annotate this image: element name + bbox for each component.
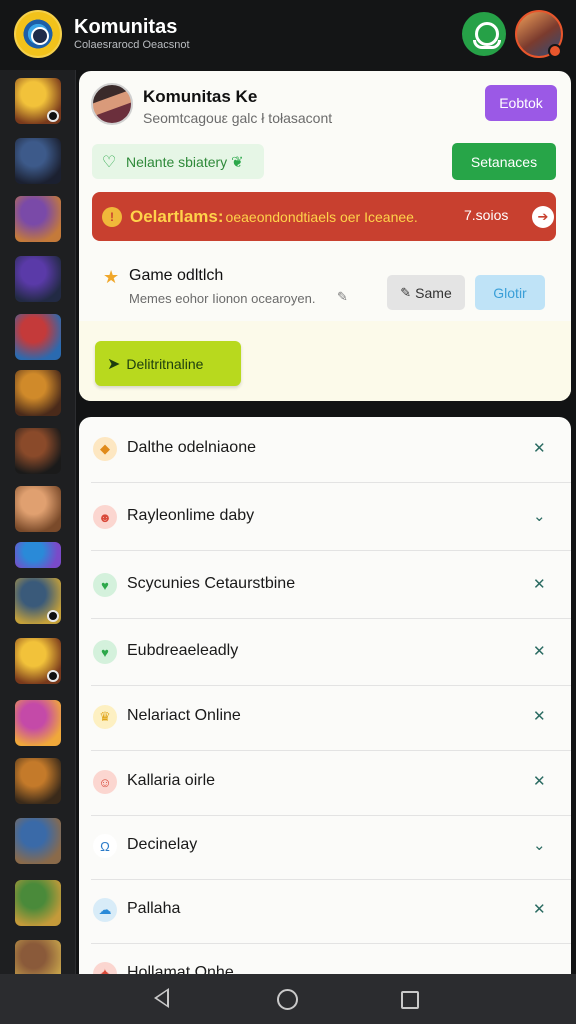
community-subtitle: Seomtcagouε ɡalc ł tołasacont [143,110,333,126]
settings-button[interactable]: Setanaces [452,143,556,180]
list-item-label: Decinelay [127,836,198,853]
community-card: Komunitas Ke Seomtcagouε ɡalc ł tołasaco… [79,71,571,401]
divider [91,482,571,483]
game-tile-golden-helmet-hero-2[interactable] [15,638,61,684]
close-icon[interactable]: ✕ [533,772,546,790]
community-title: Komunitas Ke [143,87,258,106]
close-icon[interactable]: ✕ [533,900,546,918]
leaf-icon: ❦ [231,153,244,171]
game-tile-steel-mech[interactable] [15,578,61,624]
same-button-label: Same [415,284,452,301]
system-nav-bar [0,974,576,1024]
primary-action-button[interactable]: ➤ Delitritnaline [95,341,241,386]
notification-dot-icon [548,44,562,58]
community-list: ◆ Dalthe odelniaone ✕ ☻ Rayleonlime daby ⌄ ♥ Sc… [79,417,571,974]
flame-icon: ✦ [93,962,117,974]
shield-icon: ◆ [93,437,117,461]
top-app-bar: Komunitas Colaesrarocd Oeacsnot [0,0,576,70]
divider [91,550,571,551]
back-icon[interactable] [154,988,169,1008]
online-badge-icon [47,610,59,622]
game-description: Memes eohor Iionon ocearoyen. [129,291,316,306]
chevron-right-icon[interactable]: ➔ [532,206,554,228]
glotir-button[interactable]: Glotir [475,275,545,310]
status-label: Nelante sbiatery [126,153,228,170]
list-item[interactable]: ☻ Rayleonlime daby ⌄ [79,485,571,551]
game-tile-pink-heroine[interactable] [15,700,61,746]
heart-check-icon: ♥ [93,640,117,664]
game-tile-armored-soldier[interactable] [15,818,61,864]
recent-apps-icon[interactable] [401,991,419,1009]
online-badge-icon [47,670,59,682]
list-item[interactable]: ☁ Pallaha ✕ [79,878,571,944]
same-button[interactable]: ✎ Same [387,275,465,310]
list-item-label: Nelariact Online [127,707,241,724]
star-icon: ★ [103,267,120,287]
app-logo-icon[interactable] [14,10,62,58]
game-tile-blue-mech[interactable] [15,138,61,184]
cloud-icon: ☁ [93,898,117,922]
alert-count: 7.soios [464,207,509,223]
list-item[interactable]: ♥ Scycunies Cetaurstbine ✕ [79,553,571,619]
primary-action-label: Delitritnaline [126,355,204,372]
heart-icon: ♡ [101,153,117,171]
app-subtitle: Colaesrarocd Oeacsnot [74,39,190,51]
profile-action-button[interactable] [462,12,506,56]
game-tile-copper-rifle[interactable] [15,758,61,804]
game-title: Game odltlch [129,267,224,284]
home-icon[interactable] [277,989,298,1010]
list-item-label: Hollamat Onhe [127,964,234,974]
game-tile-crossed-blades[interactable] [15,370,61,416]
list-item[interactable]: ✦ Hollamat Onhe ⌄ [79,942,571,974]
list-item-label: Pallaha [127,900,181,917]
close-icon[interactable]: ✕ [533,439,546,457]
list-item[interactable]: ♛ Nelariact Online ✕ [79,685,571,751]
game-tile-red-knight[interactable] [15,314,61,360]
game-tile-brawler[interactable] [15,486,61,532]
list-item-label: Rayleonlime daby [127,507,255,524]
game-tile-dark-rifle[interactable] [15,428,61,474]
game-tile-green-ranger[interactable] [15,880,61,926]
list-item[interactable]: ☺ Kallaria oirle ✕ [79,750,571,816]
app-title: Komunitas [74,16,178,38]
arrow-icon: ➤ [107,355,121,373]
heart-check-icon: ♥ [93,573,117,597]
edit-button[interactable]: Eobtok [485,85,557,121]
close-icon[interactable]: ✕ [533,575,546,593]
game-tile-violet-gunner[interactable] [15,256,61,302]
close-icon[interactable]: ✕ [533,642,546,660]
face-icon: ☻ [93,505,117,529]
alert-text: oeaeondondtiaels oer Iceanee. [225,208,418,225]
community-avatar[interactable] [91,83,133,125]
warning-icon: ! [102,206,122,227]
online-badge-icon [47,110,59,122]
game-tile-purple-warrior[interactable] [15,196,61,242]
list-item[interactable]: Ω Decinelay ⌄ [79,814,571,880]
chevron-down-icon[interactable]: ⌄ [533,507,546,525]
sparkle-icon: ✎ [337,289,348,304]
list-item-label: Eubdreaeleadly [127,642,239,659]
list-item[interactable]: ◆ Dalthe odelniaone ✕ [79,417,571,483]
game-tile-blue-emblem[interactable] [15,542,61,568]
ghost-icon: ☺ [93,770,117,794]
divider [91,618,571,619]
alert-title: Oelartlams: [130,206,224,226]
close-icon[interactable]: ✕ [533,707,546,725]
chevron-down-icon[interactable]: ⌄ [533,964,546,974]
list-item-label: Scycunies Cetaurstbine [127,575,296,592]
status-pill[interactable]: ♡ Nelante sbiatery ❦ [92,144,264,179]
magnet-icon: Ω [93,834,117,858]
game-tile-golden-helmet-hero[interactable] [15,78,61,124]
list-item[interactable]: ♥ Eubdreaeleadly ✕ [79,620,571,686]
alert-banner[interactable]: ! Oelartlams: oeaeondondtiaels oer Icean… [92,192,556,241]
list-item-label: Dalthe odelniaone [127,439,256,456]
game-sidebar [0,70,76,986]
list-item-label: Kallaria oirle [127,772,216,789]
crown-icon: ♛ [93,705,117,729]
chevron-down-icon[interactable]: ⌄ [533,836,546,854]
person-icon: ✎ [400,284,412,300]
